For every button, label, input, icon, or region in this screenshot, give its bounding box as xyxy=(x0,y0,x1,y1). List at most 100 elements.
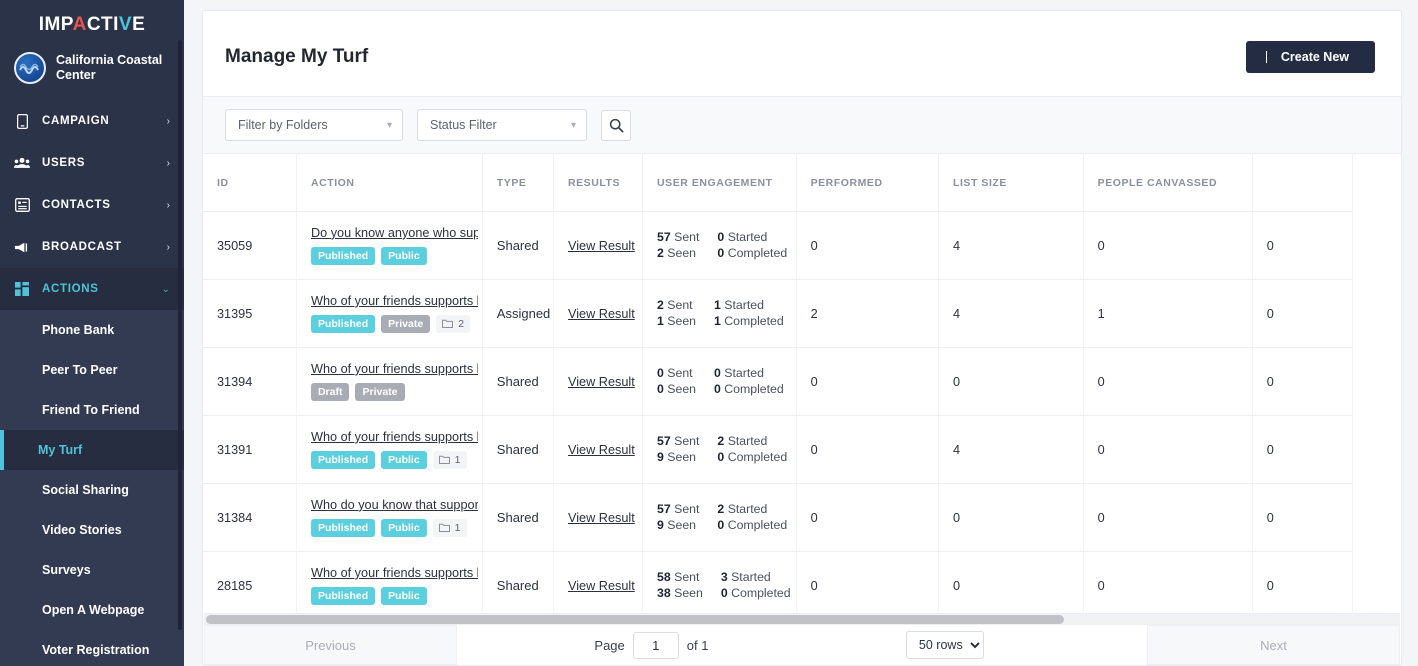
sidebar-item-open-a-webpage[interactable]: Open A Webpage xyxy=(0,590,184,630)
table-row[interactable]: 31391 Who of your friends supports keep … xyxy=(203,415,1354,484)
folder-count-badge[interactable]: 1 xyxy=(432,518,467,537)
search-button[interactable] xyxy=(601,109,631,141)
cell-action: Who do you know that supports ke Publish… xyxy=(296,483,483,552)
column-header-performed[interactable]: PERFORMED xyxy=(796,154,940,212)
table-row[interactable]: 35059 Do you know anyone who supports Pu… xyxy=(203,211,1354,280)
row-id: 31394 xyxy=(217,374,253,389)
column-header-extra[interactable] xyxy=(1252,154,1354,212)
column-header-people-canvassed[interactable]: PEOPLE CANVASSED xyxy=(1083,154,1253,212)
engagement-started-completed: 1 Started 1 Completed xyxy=(714,297,784,329)
sidebar-item-friend-to-friend[interactable]: Friend To Friend xyxy=(0,390,184,430)
cell-performed: 0 xyxy=(796,415,940,484)
table-row[interactable]: 31384 Who do you know that supports ke P… xyxy=(203,483,1354,552)
seen-value: 9 xyxy=(657,450,664,465)
completed-label: Completed xyxy=(727,246,788,261)
extra-value: 0 xyxy=(1266,578,1274,593)
status-badge: Published xyxy=(310,518,376,537)
sidebar-scrollbar[interactable] xyxy=(178,40,182,630)
cell-action: Do you know anyone who supports Publishe… xyxy=(296,211,483,280)
completed-stat: 0 Completed xyxy=(717,449,787,465)
view-result-link[interactable]: View Result xyxy=(568,239,635,253)
view-result-link[interactable]: View Result xyxy=(568,579,635,593)
cell-type: Shared xyxy=(482,415,555,484)
action-title-link[interactable]: Who of your friends supports keep xyxy=(311,566,478,580)
rows-per-page-select[interactable]: 50 rows xyxy=(905,631,984,659)
completed-value: 1 xyxy=(714,314,721,329)
sidebar-item-phone-bank[interactable]: Phone Bank xyxy=(0,310,184,350)
view-result-link[interactable]: View Result xyxy=(568,307,635,321)
page-number-input[interactable] xyxy=(632,631,679,659)
table-row[interactable]: 31395 Who of your friends supports keep … xyxy=(203,279,1354,348)
column-header-user-engagement[interactable]: USER ENGAGEMENT xyxy=(642,154,797,212)
action-title-link[interactable]: Who of your friends supports keep xyxy=(311,294,478,308)
cell-type: Shared xyxy=(482,483,555,552)
cell-action: Who of your friends supports keep Publis… xyxy=(296,551,483,620)
seen-stat: 1 Seen xyxy=(657,313,696,329)
table-row[interactable]: 31394 Who of your friends supports keep … xyxy=(203,347,1354,416)
sent-stat: 58 Sent xyxy=(657,569,703,585)
sidebar-item-campaign[interactable]: CAMPAIGN › xyxy=(0,100,184,142)
sidebar-item-contacts[interactable]: CONTACTS › xyxy=(0,184,184,226)
view-result-link[interactable]: View Result xyxy=(568,511,635,525)
sidebar-item-users[interactable]: USERS › xyxy=(0,142,184,184)
seen-value: 38 xyxy=(657,586,671,601)
horizontal-scrollbar[interactable] xyxy=(204,613,1400,624)
engagement-stats: 57 Sent 2 Seen 0 Started 0 Completed xyxy=(657,229,796,261)
sidebar-item-my-turf[interactable]: My Turf xyxy=(0,430,184,470)
performed-value: 0 xyxy=(810,578,818,593)
list-size-value: 4 xyxy=(953,306,961,321)
sidebar-item-surveys[interactable]: Surveys xyxy=(0,550,184,590)
cell-extra: 0 xyxy=(1252,211,1354,280)
row-id: 35059 xyxy=(217,238,253,253)
sidebar-item-actions[interactable]: ACTIONS ⌄ xyxy=(0,268,184,310)
folder-count-badge[interactable]: 1 xyxy=(432,450,467,469)
folder-icon xyxy=(442,320,454,329)
sidebar-item-voter-registration[interactable]: Voter Registration xyxy=(0,630,184,666)
sidebar-item-peer-to-peer[interactable]: Peer To Peer xyxy=(0,350,184,390)
chevron-right-icon: › xyxy=(166,115,170,127)
sidebar-item-social-sharing-label: Social Sharing xyxy=(42,483,129,497)
organization-header[interactable]: California Coastal Center xyxy=(0,42,184,98)
create-new-button[interactable]: Create New xyxy=(1245,40,1375,73)
extra-value: 0 xyxy=(1266,306,1274,321)
column-header-results[interactable]: RESULTS xyxy=(553,154,644,212)
chevron-down-icon: ⌄ xyxy=(161,283,170,295)
sidebar-item-broadcast[interactable]: BROADCAST › xyxy=(0,226,184,268)
row-id: 28185 xyxy=(217,578,253,593)
cell-list-size: 0 xyxy=(938,347,1084,416)
action-title-link[interactable]: Who of your friends supports keep xyxy=(311,362,478,376)
people-canvassed-value: 0 xyxy=(1097,238,1105,253)
view-result-link[interactable]: View Result xyxy=(568,375,635,389)
completed-stat: 0 Completed xyxy=(721,585,791,601)
folder-count-badge[interactable]: 2 xyxy=(436,314,471,333)
column-header-action[interactable]: ACTION xyxy=(296,154,483,212)
engagement-started-completed: 2 Started 0 Completed xyxy=(717,433,787,465)
previous-button[interactable]: Previous xyxy=(204,625,457,665)
action-title-link[interactable]: Do you know anyone who supports xyxy=(311,226,478,240)
folder-filter-select[interactable]: Filter by Folders ▾ xyxy=(225,109,403,142)
grid-icon xyxy=(14,281,30,297)
sidebar-item-phone-bank-label: Phone Bank xyxy=(42,323,115,337)
pagination-bar: Previous Page of 1 50 rows Next xyxy=(204,624,1401,665)
completed-value: 0 xyxy=(717,246,725,261)
brand-logo[interactable]: IMPACTIVE xyxy=(0,0,184,42)
seen-label: Seen xyxy=(667,450,696,465)
sent-value: 58 xyxy=(657,570,671,585)
started-value: 0 xyxy=(717,230,725,245)
sidebar-item-social-sharing[interactable]: Social Sharing xyxy=(0,470,184,510)
action-title-link[interactable]: Who of your friends supports keep xyxy=(311,430,478,444)
cell-id: 31394 xyxy=(203,347,297,416)
view-result-link[interactable]: View Result xyxy=(568,443,635,457)
table-row[interactable]: 28185 Who of your friends supports keep … xyxy=(203,551,1354,620)
started-value: 2 xyxy=(717,434,725,449)
column-header-type[interactable]: TYPE xyxy=(482,154,555,212)
next-button[interactable]: Next xyxy=(1147,625,1401,665)
column-header-id[interactable]: ID xyxy=(203,154,297,212)
main-content: Manage My Turf Create New Filter by Fold… xyxy=(184,0,1418,666)
sidebar-item-video-stories[interactable]: Video Stories xyxy=(0,510,184,550)
status-badge: Draft xyxy=(310,382,350,401)
status-filter-select[interactable]: Status Filter ▾ xyxy=(417,109,587,142)
scrollbar-thumb[interactable] xyxy=(206,615,1064,624)
column-header-list-size[interactable]: LIST SIZE xyxy=(938,154,1084,212)
action-title-link[interactable]: Who do you know that supports ke xyxy=(311,498,478,512)
